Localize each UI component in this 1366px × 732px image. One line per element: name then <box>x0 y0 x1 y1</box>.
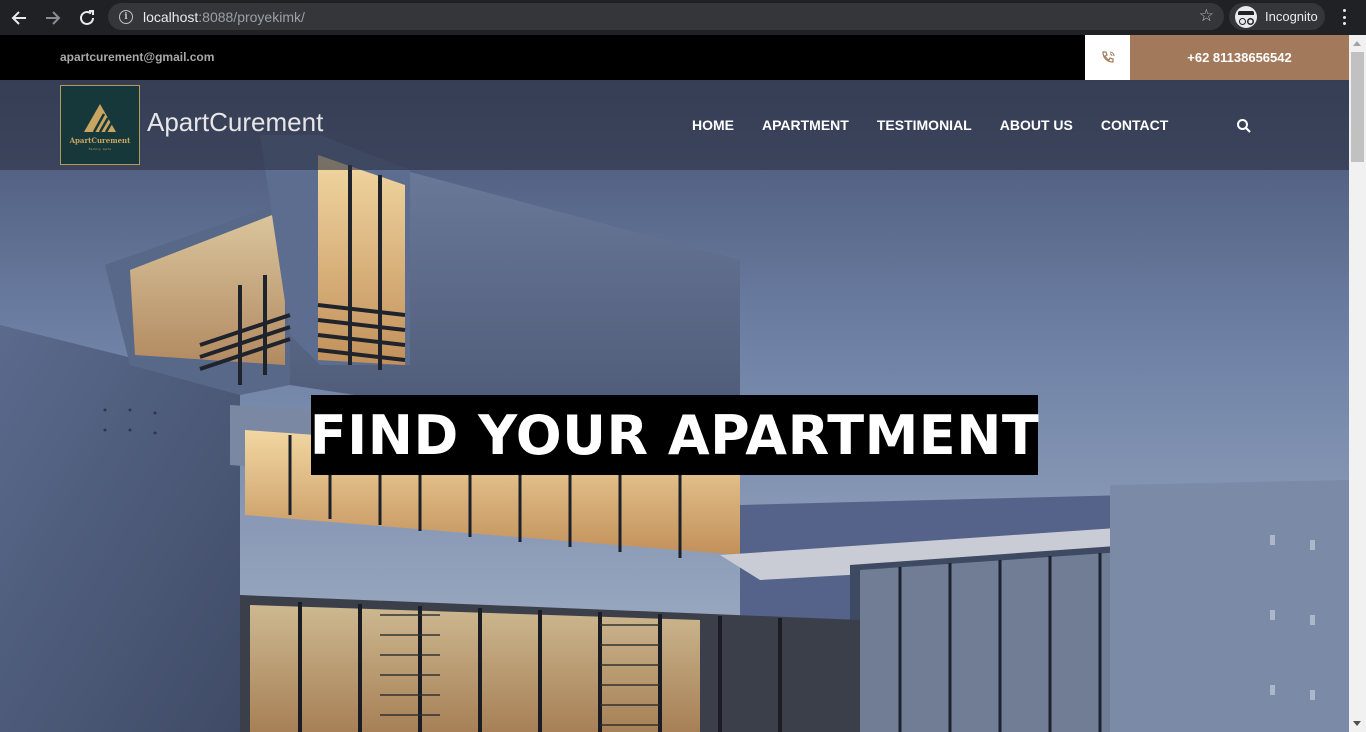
url-path: :8088/proyekimk/ <box>198 8 305 25</box>
site-logo[interactable]: ApartCurement Family Apts <box>60 85 140 165</box>
reload-button[interactable] <box>72 3 102 33</box>
info-icon[interactable]: i <box>119 9 133 24</box>
url-text[interactable]: localhost:8088/proyekimk/ <box>143 9 305 25</box>
search-icon[interactable] <box>1236 118 1252 134</box>
phone-icon <box>1085 35 1130 80</box>
logo-mark-icon <box>84 103 116 133</box>
page-scrollbar[interactable] <box>1349 35 1366 732</box>
nav-apartment[interactable]: APARTMENT <box>762 117 849 133</box>
page-viewport: apartcurement@gmail.com +62 81138656542 … <box>0 35 1349 732</box>
phone-number-box[interactable]: +62 81138656542 <box>1130 35 1349 80</box>
scroll-up-icon[interactable] <box>1353 41 1361 46</box>
nav-about-us[interactable]: ABOUT US <box>1000 117 1073 133</box>
main-nav: HOME APARTMENT TESTIMONIAL ABOUT US CONT… <box>692 117 1196 133</box>
incognito-label: Incognito <box>1265 9 1318 24</box>
incognito-badge[interactable]: Incognito <box>1229 3 1325 30</box>
bookmark-star-icon[interactable]: ☆ <box>1199 7 1214 25</box>
nav-testimonial[interactable]: TESTIMONIAL <box>877 117 972 133</box>
forward-button[interactable] <box>38 3 68 33</box>
url-host: localhost <box>143 8 199 25</box>
nav-home[interactable]: HOME <box>692 117 734 133</box>
logo-tagline: Family Apts <box>88 146 112 151</box>
hero-headline-box: FIND YOUR APARTMENT <box>309 395 1040 475</box>
brand-name[interactable]: ApartCurement <box>147 107 323 138</box>
scrollbar-thumb[interactable] <box>1351 52 1364 162</box>
address-bar[interactable]: i localhost:8088/proyekimk/ ☆ <box>108 3 1224 30</box>
scroll-down-icon[interactable] <box>1353 721 1361 726</box>
contact-email[interactable]: apartcurement@gmail.com <box>60 50 214 64</box>
browser-menu-icon[interactable] <box>1337 7 1351 27</box>
reload-icon <box>80 9 94 25</box>
arrow-right-icon <box>46 10 61 25</box>
phone-number: +62 81138656542 <box>1187 50 1292 65</box>
incognito-icon <box>1235 5 1257 28</box>
top-contact-bar: apartcurement@gmail.com +62 81138656542 <box>0 35 1349 80</box>
hero-headline: FIND YOUR APARTMENT <box>309 403 1040 467</box>
back-button[interactable] <box>4 3 34 33</box>
site-header: ApartCurement Family Apts ApartCurement … <box>0 80 1349 170</box>
nav-contact[interactable]: CONTACT <box>1101 117 1168 133</box>
browser-toolbar: i localhost:8088/proyekimk/ ☆ Incognito <box>0 0 1366 35</box>
arrow-left-icon <box>11 10 26 25</box>
logo-text: ApartCurement <box>69 135 131 145</box>
